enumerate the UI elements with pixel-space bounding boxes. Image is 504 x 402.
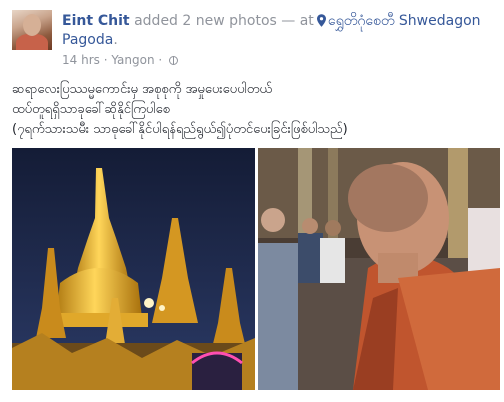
caption-line: (၇ရက်သားသမီး သာဓုခေါ်နိုင်ပါရန်ရည်ရွယ်၍ပ…: [12, 122, 348, 137]
caption-line: ဆရာလေးပြဿမ္မကောင်းမှ အစုစုကို အမှုပေးပေပ…: [12, 82, 273, 97]
author-name[interactable]: Eint Chit: [62, 13, 130, 29]
location-end: .: [113, 32, 118, 48]
meta-dot: ·: [103, 53, 108, 67]
globe-icon[interactable]: [169, 56, 179, 65]
post-timestamp[interactable]: 14 hrs: [62, 53, 100, 67]
facebook-post: Eint Chit added 2 new photos — at ရွှေတိဂ…: [0, 0, 504, 402]
map-pin-icon: [316, 14, 326, 27]
post-action: added 2 new photos: [134, 13, 277, 29]
caption-line: ထပ်တူရရှိသာခုခေါ်ဆိုနိုင်ကြပါစေ: [12, 102, 170, 117]
meta-dot-2: ·: [158, 53, 163, 67]
avatar-robe: [16, 34, 48, 50]
avatar-head: [23, 14, 41, 36]
pagoda-photo[interactable]: [12, 148, 255, 390]
post-meta: 14 hrs · Yangon ·: [62, 53, 179, 67]
meditation-illustration: [258, 148, 500, 390]
post-header: Eint Chit added 2 new photos — at ရွှေတိဂ…: [62, 12, 492, 50]
pagoda-illustration: [12, 148, 255, 390]
post-caption: ဆရာလေးပြဿမ္မကောင်းမှ အစုစုကို အမှုပေးပေပ…: [12, 80, 492, 140]
location-separator: — at: [281, 13, 314, 29]
meditation-photo[interactable]: [258, 148, 500, 390]
post-city[interactable]: Yangon: [111, 53, 154, 67]
author-avatar[interactable]: [12, 10, 52, 50]
